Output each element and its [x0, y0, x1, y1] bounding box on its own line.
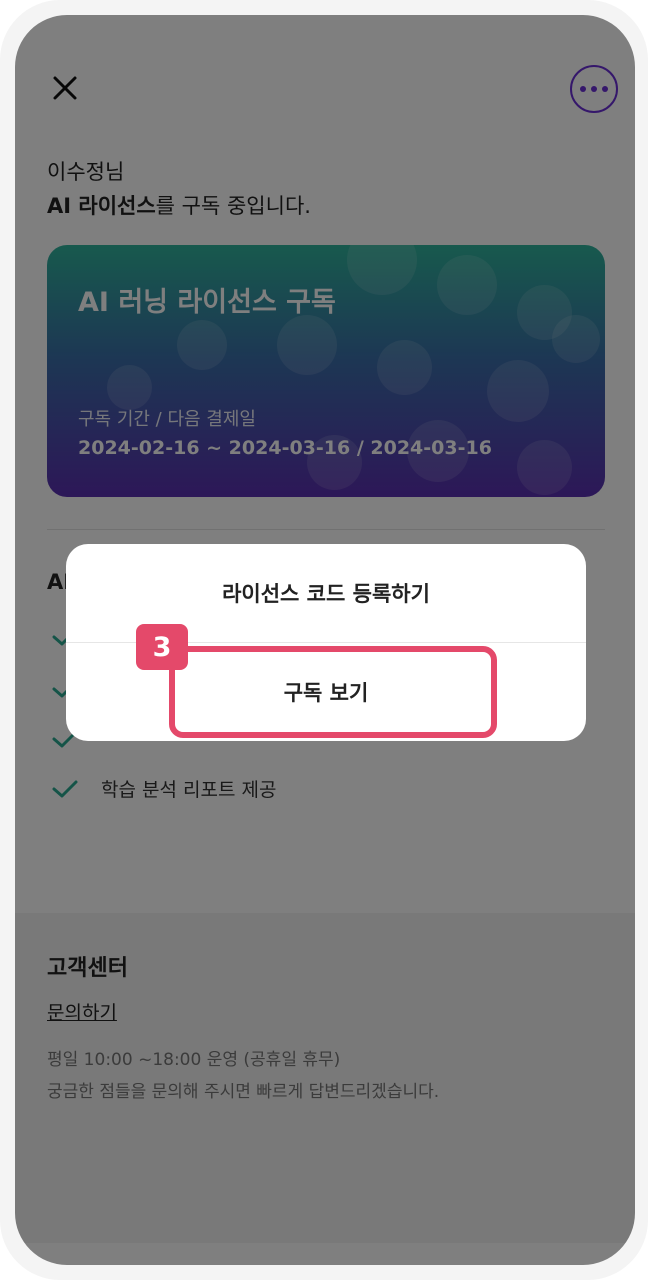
step-badge: 3 — [136, 624, 188, 670]
step-highlight-box — [169, 646, 497, 738]
phone-screen: 이수정님 AI 라이선스를 구독 중입니다. AI 러닝 라이선스 구독 구독 … — [15, 15, 635, 1265]
